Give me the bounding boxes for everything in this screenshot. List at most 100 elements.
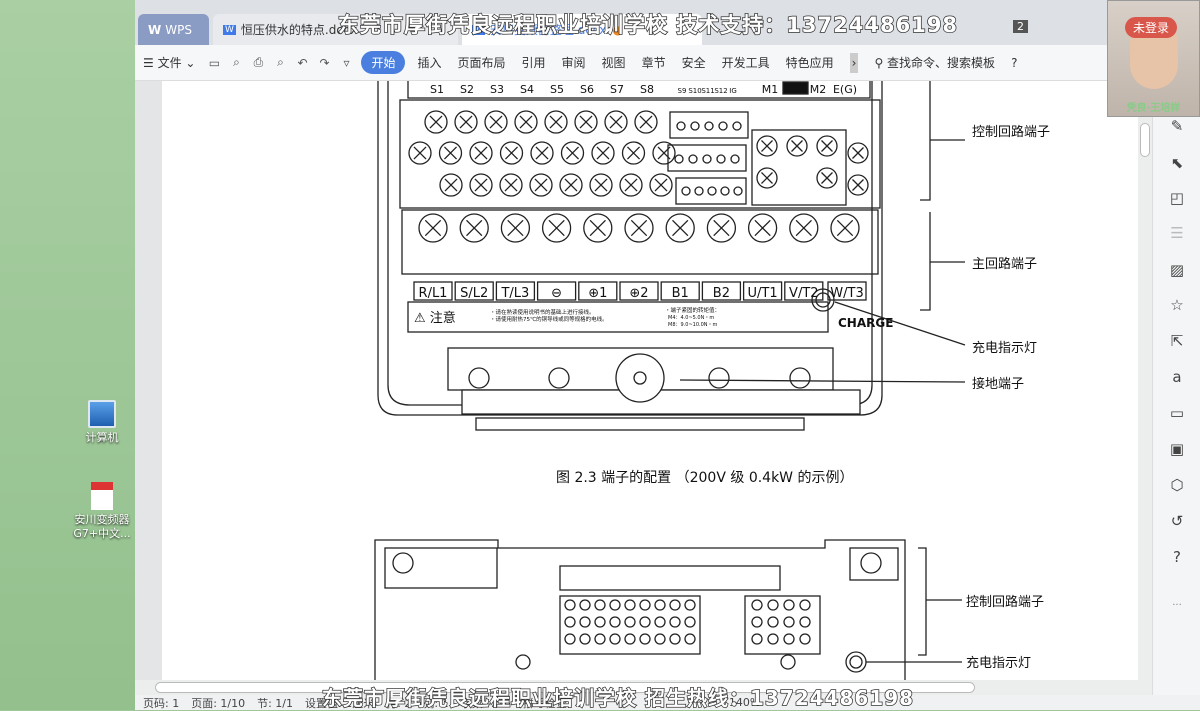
print-icon[interactable]: ⎙ — [250, 55, 266, 70]
image-gallery-icon[interactable]: ▨ — [1167, 260, 1187, 280]
help-circle-icon[interactable]: ? — [1167, 547, 1187, 567]
main-terminal-label: ⊕1 — [588, 286, 607, 301]
star-icon[interactable]: ☆ — [1167, 295, 1187, 315]
tab-security[interactable]: 安全 — [674, 54, 714, 71]
control-screw-2 — [639, 599, 651, 611]
tab-wps-home[interactable]: W WPS — [138, 14, 209, 45]
main-terminal-label: B2 — [713, 286, 730, 301]
vertical-scrollbar[interactable] — [1138, 81, 1152, 680]
ribbon-toolbar: ☰ 文件 ⌄ ▭ ⌕ ⎙ ⌕ ↶ ↷ ▿ 开始 插入 页面布局 引用 审阅 视图… — [135, 45, 1200, 81]
control-screw-2 — [564, 599, 576, 611]
torque-m8: M8：9.0~10.0N・m — [668, 322, 718, 328]
control-terminal-label: S11 — [701, 87, 714, 95]
small-terminal — [716, 154, 726, 164]
control-terminal-label: S1 — [430, 83, 444, 96]
label-charge-lamp-2: 充电指示灯 — [966, 655, 1031, 671]
charge-label: CHARGE — [838, 316, 893, 330]
redo-icon[interactable]: ↷ — [316, 56, 332, 70]
plugin-icon[interactable]: ⬡ — [1167, 475, 1187, 495]
desktop-icon-computer[interactable]: 计算机 — [67, 400, 137, 445]
vertical-scroll-thumb[interactable] — [1140, 123, 1150, 157]
format-painter-icon[interactable]: ⌕ — [228, 55, 244, 70]
control-screw-2 — [609, 616, 621, 628]
translate-icon[interactable]: a — [1167, 367, 1187, 387]
label-main-terminals: 主回路端子 — [972, 256, 1037, 272]
second-charge-lamp — [845, 651, 867, 673]
tab-insert[interactable]: 插入 — [409, 54, 449, 71]
caution-label: ⚠ 注意 — [414, 310, 456, 326]
control-screw-2 — [564, 616, 576, 628]
control-screw — [574, 110, 598, 134]
control-screw-2 — [799, 599, 811, 611]
small-terminal — [704, 121, 714, 131]
control-screw — [589, 173, 613, 197]
pen-icon[interactable]: ✎ — [1167, 116, 1187, 136]
help-button[interactable]: ? — [1003, 56, 1025, 70]
save-icon[interactable]: ▭ — [206, 56, 222, 70]
control-screw — [786, 135, 808, 157]
control-screw-2 — [609, 599, 621, 611]
watermark-top: 东莞市厚街凭良远程职业培训学校 技术支持：13724486198 — [337, 12, 959, 38]
desktop: 计算机 安川变频器G7+中文... — [0, 0, 135, 710]
torque-title: ・端子紧固的转矩值： — [665, 306, 720, 314]
small-terminal — [674, 154, 684, 164]
control-terminal-label: E(G) — [833, 83, 857, 96]
shapes-icon[interactable]: ◰ — [1167, 188, 1187, 208]
control-screw-2 — [799, 633, 811, 645]
adjust-sliders-icon[interactable]: ☰ — [1167, 223, 1187, 243]
desktop-icon-pdf[interactable]: 安川变频器G7+中文... — [67, 482, 137, 541]
search-commands[interactable]: ⚲ 查找命令、搜索模板 — [866, 54, 1003, 71]
small-terminal — [732, 121, 742, 131]
tab-start[interactable]: 开始 — [361, 51, 406, 74]
main-circuit-screw — [500, 213, 531, 243]
more-dropdown-icon[interactable]: ▿ — [338, 56, 354, 70]
control-screw — [469, 173, 493, 197]
more-icon[interactable]: ··· — [1167, 596, 1187, 616]
small-terminal — [688, 154, 698, 164]
main-terminal-label: S/L2 — [460, 286, 488, 301]
control-screw-2 — [639, 616, 651, 628]
tab-page-layout[interactable]: 页面布局 — [450, 54, 514, 71]
main-circuit-screw — [747, 213, 778, 243]
control-terminal-label: M2 — [810, 83, 827, 96]
tab-chapter[interactable]: 章节 — [634, 54, 674, 71]
ribbon-scroll-right-icon[interactable]: › — [849, 52, 859, 73]
tab-references[interactable]: 引用 — [514, 54, 554, 71]
caution-text-1: ・请在熟读使用说明书的基础上进行接线。 — [490, 308, 595, 316]
login-button[interactable]: 未登录 — [1125, 17, 1178, 38]
main-terminal-label: B1 — [672, 286, 689, 301]
control-screw-2 — [654, 616, 666, 628]
control-terminal-label: S3 — [490, 83, 504, 96]
archive-icon[interactable]: ▭ — [1167, 403, 1187, 423]
control-terminal-label: S12 — [714, 87, 727, 95]
control-screw — [634, 110, 658, 134]
second-inverter-housing — [374, 539, 906, 680]
small-terminal — [702, 154, 712, 164]
print-preview-icon[interactable]: ⌕ — [272, 55, 288, 70]
tab-developer[interactable]: 开发工具 — [714, 54, 778, 71]
control-screw — [439, 173, 463, 197]
menu-file[interactable]: ☰ 文件 ⌄ — [135, 54, 203, 71]
right-sidebar: ✎ ⬉ ◰ ☰ ▨ ☆ ⇱ a ▭ ▣ ⬡ ↺ ? ··· — [1152, 81, 1200, 710]
image-icon[interactable]: ▣ — [1167, 439, 1187, 459]
select-cursor-icon[interactable]: ⬉ — [1167, 153, 1187, 173]
wps-logo-icon: W — [148, 22, 162, 37]
control-screw — [530, 141, 554, 165]
small-terminal — [681, 186, 691, 196]
control-screw-2 — [783, 599, 795, 611]
control-screw-2 — [564, 633, 576, 645]
tab-view[interactable]: 视图 — [594, 54, 634, 71]
control-screw-2 — [594, 599, 606, 611]
tab-special[interactable]: 特色应用 — [778, 54, 842, 71]
share-icon[interactable]: ⇱ — [1167, 331, 1187, 351]
main-circuit-screw — [541, 213, 572, 243]
control-screw-2 — [579, 633, 591, 645]
window-count-badge[interactable]: 2 — [1013, 20, 1028, 33]
control-screw — [816, 167, 838, 189]
label-control-terminals-2: 控制回路端子 — [966, 594, 1044, 610]
undo-icon[interactable]: ↶ — [294, 56, 310, 70]
tab-review[interactable]: 审阅 — [554, 54, 594, 71]
main-terminal-label: W/T3 — [830, 286, 863, 301]
doc-icon: W — [223, 24, 236, 35]
history-icon[interactable]: ↺ — [1167, 511, 1187, 531]
